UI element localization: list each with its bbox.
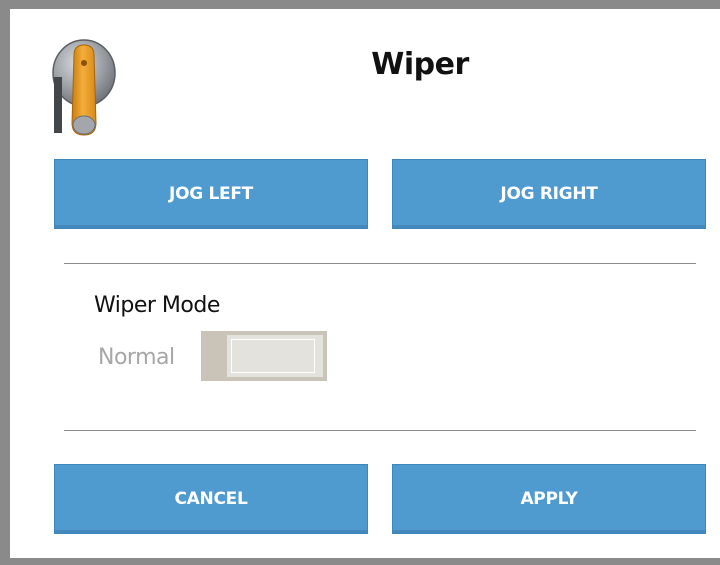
wiper-icon	[50, 37, 118, 137]
wiper-dialog: Wiper JOG LEFT JOG RIGHT Wiper Mode Norm…	[0, 0, 720, 565]
jog-right-button[interactable]: JOG RIGHT	[392, 159, 706, 229]
wiper-mode-value: Normal	[98, 345, 175, 370]
jog-left-label: JOG LEFT	[169, 184, 253, 204]
toggle-knob	[205, 335, 227, 377]
apply-label: APPLY	[520, 489, 578, 509]
cancel-label: CANCEL	[174, 489, 248, 509]
dialog-title: Wiper	[371, 47, 469, 82]
wiper-mode-label: Wiper Mode	[94, 293, 220, 318]
toggle-track	[231, 339, 315, 373]
wiper-mode-toggle[interactable]	[201, 331, 327, 381]
apply-button[interactable]: APPLY	[392, 464, 706, 534]
jog-right-label: JOG RIGHT	[500, 184, 598, 204]
jog-left-button[interactable]: JOG LEFT	[54, 159, 368, 229]
cancel-button[interactable]: CANCEL	[54, 464, 368, 534]
divider	[64, 430, 696, 431]
divider	[64, 263, 696, 264]
